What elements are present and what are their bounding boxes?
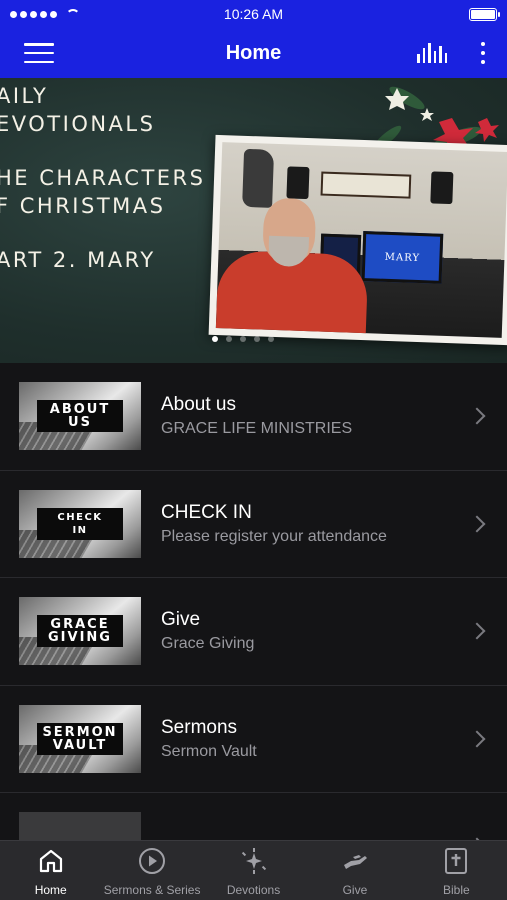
tab-bar: Home Sermons & Series Devotions Give Bib… <box>0 840 507 900</box>
hero-text-line: EVOTIONALS <box>0 112 156 136</box>
tab-sermons-series[interactable]: Sermons & Series <box>101 841 202 900</box>
thumbnail-label: SERMON VAULT <box>37 722 123 755</box>
tab-give[interactable]: Give <box>304 841 405 900</box>
list-item[interactable]: ABOUT US About us GRACE LIFE MINISTRIES <box>0 363 507 471</box>
list-item[interactable] <box>0 793 507 840</box>
list-item[interactable]: GRACE GIVING Give Grace Giving <box>0 578 507 686</box>
bible-icon <box>442 847 470 875</box>
play-circle-icon <box>138 847 166 875</box>
tab-devotions[interactable]: Devotions <box>203 841 304 900</box>
home-icon <box>37 847 65 875</box>
carousel-dot[interactable] <box>268 336 274 342</box>
item-title: CHECK IN <box>161 501 252 523</box>
hand-icon <box>341 847 369 875</box>
carousel-dot[interactable] <box>226 336 232 342</box>
hero-banner[interactable]: AILY EVOTIONALS HE CHARACTERS F CHRISTMA… <box>0 78 507 363</box>
thumbnail-label: ABOUT US <box>37 400 123 433</box>
chevron-right-icon <box>468 622 486 640</box>
carousel-dots[interactable] <box>212 336 274 342</box>
speaker <box>430 171 454 205</box>
thumbnail-label: GRACE GIVING <box>37 615 123 648</box>
hero-text-line: AILY <box>0 84 49 108</box>
item-subtitle: Grace Giving <box>161 635 255 653</box>
home-list: ABOUT US About us GRACE LIFE MINISTRIES C… <box>0 363 507 840</box>
item-title: Sermons <box>161 716 238 738</box>
status-bar: 10:26 AM <box>0 0 507 28</box>
item-title: About us <box>161 394 236 416</box>
more-options-icon[interactable] <box>477 42 489 64</box>
signal-strength-icon <box>10 9 80 19</box>
tab-label: Home <box>34 883 67 897</box>
menu-icon[interactable] <box>24 43 54 63</box>
chevron-right-icon <box>468 515 486 533</box>
battery-icon <box>469 7 500 21</box>
hero-text-line: HE CHARACTERS <box>0 166 206 190</box>
monitor-screen: MARY <box>361 231 444 284</box>
video-thumbnail[interactable]: MARY <box>208 134 507 346</box>
tab-home[interactable]: Home <box>0 841 101 900</box>
item-thumbnail: ABOUT US <box>19 382 141 451</box>
item-subtitle: GRACE LIFE MINISTRIES <box>161 420 353 438</box>
thumbnail-label: CHECK IN <box>37 507 123 540</box>
carousel-dot[interactable] <box>240 336 246 342</box>
carousel-dot[interactable] <box>212 336 218 342</box>
presenter <box>215 188 371 338</box>
tab-label: Devotions <box>226 883 281 897</box>
nav-bar: Home <box>0 28 507 78</box>
item-thumbnail: SERMON VAULT <box>19 704 141 773</box>
item-subtitle: Please register your attendance <box>161 527 387 545</box>
item-thumbnail: CHECK IN <box>19 489 141 558</box>
sparkle-icon <box>240 847 268 875</box>
item-title: Give <box>161 609 201 631</box>
list-item[interactable]: SERMON VAULT Sermons Sermon Vault <box>0 686 507 793</box>
hero-text-line: ART 2. MARY <box>0 248 156 272</box>
tab-label: Bible <box>442 883 470 897</box>
tab-label: Give <box>342 883 368 897</box>
item-subtitle: Sermon Vault <box>161 742 257 760</box>
tab-label: Sermons & Series <box>103 883 201 897</box>
audio-bars-icon[interactable] <box>417 43 447 63</box>
item-thumbnail <box>19 812 141 840</box>
chevron-right-icon <box>468 407 486 425</box>
list-item[interactable]: CHECK IN CHECK IN Please register your at… <box>0 471 507 578</box>
hero-text-line: F CHRISTMAS <box>0 194 166 218</box>
chevron-right-icon <box>468 730 486 748</box>
wifi-icon <box>66 9 80 19</box>
tab-bible[interactable]: Bible <box>406 841 507 900</box>
carousel-dot[interactable] <box>254 336 260 342</box>
item-thumbnail: GRACE GIVING <box>19 597 141 666</box>
